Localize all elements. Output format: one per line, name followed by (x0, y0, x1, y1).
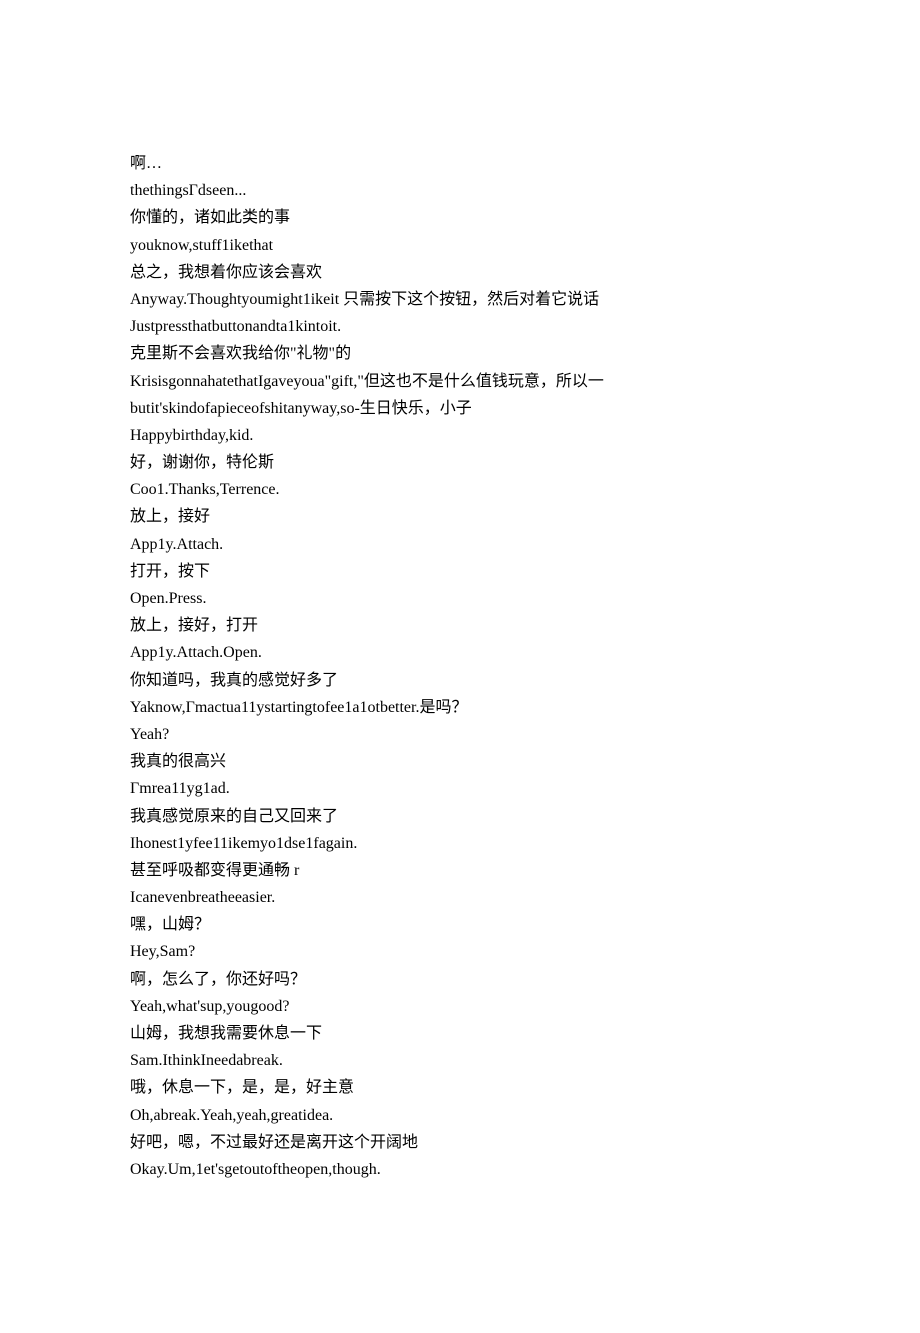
text-line: Oh,abreak.Yeah,yeah,greatidea. (130, 1102, 790, 1129)
text-line: Γmrea11yg1ad. (130, 775, 790, 802)
text-line: Justpressthatbuttonandta1kintoit. (130, 313, 790, 340)
text-line: Happybirthday,kid. (130, 422, 790, 449)
text-line: App1y.Attach.Open. (130, 639, 790, 666)
text-line: 我真感觉原来的自己又回来了 (130, 803, 790, 830)
text-line: Yaknow,Γmactua11ystartingtofee1a1otbette… (130, 694, 790, 721)
text-line: Yeah? (130, 721, 790, 748)
text-line: 你知道吗，我真的感觉好多了 (130, 667, 790, 694)
text-line: 啊… (130, 150, 790, 177)
text-line: 好，谢谢你，特伦斯 (130, 449, 790, 476)
text-line: KrisisgonnahatethatIgaveyoua"gift,"但这也不是… (130, 368, 790, 395)
text-line: Anyway.Thoughtyoumight1ikeit 只需按下这个按钮，然后… (130, 286, 790, 313)
text-line: 甚至呼吸都变得更通畅 r (130, 857, 790, 884)
text-line: Ihonest1yfee11ikemyo1dse1fagain. (130, 830, 790, 857)
text-line: butit'skindofapieceofshitanyway,so-生日快乐，… (130, 395, 790, 422)
text-line: 好吧，嗯，不过最好还是离开这个开阔地 (130, 1129, 790, 1156)
text-line: Yeah,what'sup,yougood? (130, 993, 790, 1020)
text-line: 放上，接好 (130, 503, 790, 530)
text-line: thethingsΓdseen... (130, 177, 790, 204)
text-line: 我真的很高兴 (130, 748, 790, 775)
text-line: youknow,stuff1ikethat (130, 232, 790, 259)
text-line: App1y.Attach. (130, 531, 790, 558)
text-line: 啊，怎么了，你还好吗？ (130, 966, 790, 993)
text-line: 哦，休息一下，是，是，好主意 (130, 1074, 790, 1101)
text-line: 克里斯不会喜欢我给你"礼物"的 (130, 340, 790, 367)
text-line: Open.Press. (130, 585, 790, 612)
text-line: 总之，我想着你应该会喜欢 (130, 259, 790, 286)
document-page: 啊…thethingsΓdseen...你懂的，诸如此类的事youknow,st… (0, 0, 920, 1333)
text-line: 放上，接好，打开 (130, 612, 790, 639)
text-line: 打开，按下 (130, 558, 790, 585)
text-line: Hey,Sam? (130, 938, 790, 965)
text-line: Sam.IthinkIneedabreak. (130, 1047, 790, 1074)
text-line: 嘿，山姆？ (130, 911, 790, 938)
text-line: Coo1.Thanks,Terrence. (130, 476, 790, 503)
text-line: Okay.Um,1et'sgetoutoftheopen,though. (130, 1156, 790, 1183)
text-line: 山姆，我想我需要休息一下 (130, 1020, 790, 1047)
text-line: 你懂的，诸如此类的事 (130, 204, 790, 231)
text-line: Icanevenbreatheeasier. (130, 884, 790, 911)
